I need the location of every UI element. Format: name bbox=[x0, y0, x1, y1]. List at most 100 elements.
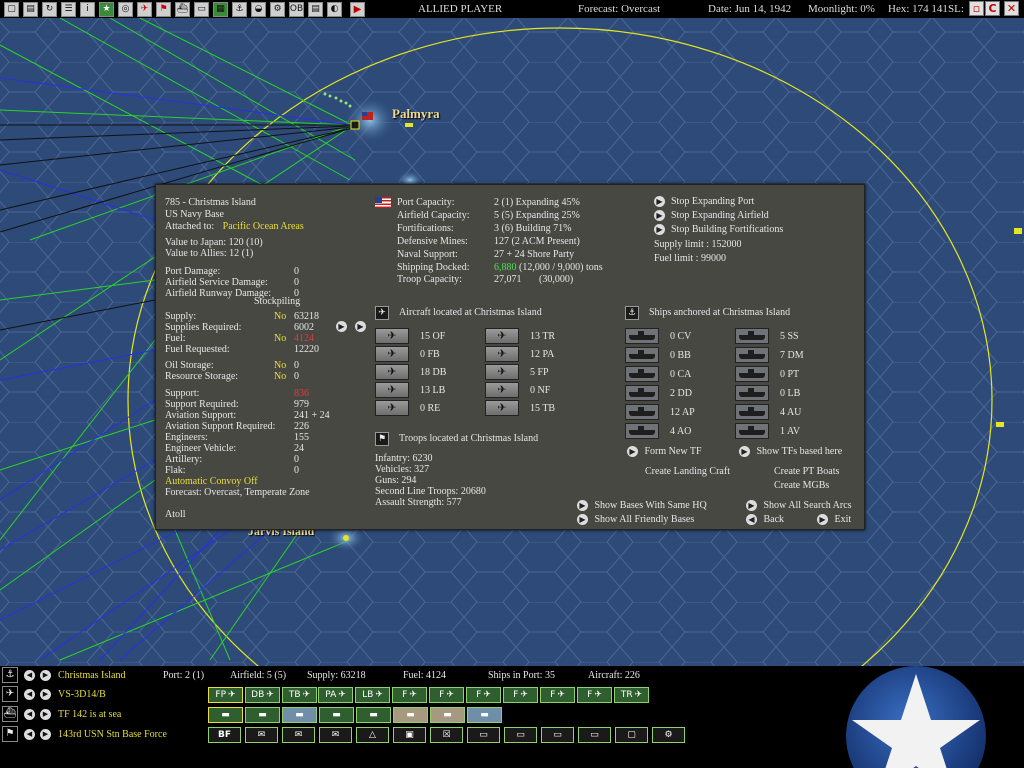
ship-type-icon[interactable] bbox=[735, 404, 769, 420]
plane-icon[interactable]: ✈ bbox=[137, 1, 152, 17]
palmyra-airfield-marker[interactable] bbox=[405, 123, 413, 127]
doc-icon[interactable]: ▤ bbox=[23, 1, 38, 17]
ground-unit-button[interactable]: ⚙ bbox=[652, 727, 685, 743]
next-ground-arrow-icon[interactable]: ▶ bbox=[40, 729, 51, 740]
aircraft-section-icon[interactable]: ✈ bbox=[375, 306, 389, 320]
east-base-marker[interactable] bbox=[996, 422, 1004, 427]
supply-flag-toggle[interactable]: No bbox=[274, 333, 286, 344]
tf-ship-button[interactable]: ▬ bbox=[430, 707, 465, 723]
show-friendly-bases-button[interactable]: ▶ Show All Friendly Bases bbox=[577, 514, 694, 526]
star-icon[interactable]: ★ bbox=[99, 1, 114, 17]
ship-type-icon[interactable] bbox=[735, 423, 769, 439]
create-pt-boats-button[interactable]: Create PT Boats bbox=[774, 466, 839, 477]
flag-icon[interactable]: ⚑ bbox=[156, 1, 171, 17]
ship-type-icon[interactable] bbox=[735, 385, 769, 401]
ship-type-icon[interactable] bbox=[735, 347, 769, 363]
aircraft-type-icon[interactable]: ✈ bbox=[375, 364, 409, 380]
moon-icon[interactable]: ◐ bbox=[327, 1, 342, 17]
palmyra-label[interactable]: Palmyra bbox=[392, 106, 440, 122]
tf-ship-button[interactable]: ▬ bbox=[319, 707, 354, 723]
close-x-icon[interactable]: ✕ bbox=[1004, 1, 1019, 16]
show-bases-same-hq-button[interactable]: ▶ Show Bases With Same HQ bbox=[577, 500, 707, 512]
ground-unit-button[interactable]: ▣ bbox=[393, 727, 426, 743]
tf-ship-button[interactable]: ▬ bbox=[245, 707, 280, 723]
square-icon[interactable]: ▢ bbox=[4, 1, 19, 17]
prev-ground-arrow-icon[interactable]: ◀ bbox=[24, 729, 35, 740]
ground-unit-button[interactable]: ▢ bbox=[615, 727, 648, 743]
tf-ship-button[interactable]: ▬ bbox=[208, 707, 243, 723]
construction-action-button[interactable]: ▶ Stop Building Fortifications bbox=[654, 224, 783, 236]
air-group-button[interactable]: F ✈ bbox=[466, 687, 501, 703]
palmyra-base-marker[interactable] bbox=[350, 120, 360, 130]
air-group-button[interactable]: F ✈ bbox=[392, 687, 427, 703]
tf-ship-button[interactable]: ▬ bbox=[282, 707, 317, 723]
ground-unit-button[interactable]: BF bbox=[208, 727, 241, 743]
exit-button[interactable]: ▶ Exit bbox=[817, 514, 851, 526]
jarvis-marker[interactable] bbox=[343, 535, 349, 541]
harbor-icon[interactable]: ⚓ bbox=[232, 1, 247, 17]
ship-type-icon[interactable] bbox=[735, 328, 769, 344]
submarine-icon[interactable]: ◒ bbox=[251, 1, 266, 17]
aircraft-type-icon[interactable]: ✈ bbox=[485, 382, 519, 398]
ground-unit-button[interactable]: △ bbox=[356, 727, 389, 743]
ship-type-icon[interactable] bbox=[735, 366, 769, 382]
ground-unit-link[interactable]: 143rd USN Stn Base Force bbox=[58, 729, 167, 740]
refresh-icon[interactable]: ↻ bbox=[42, 1, 57, 17]
aircraft-type-icon[interactable]: ✈ bbox=[375, 346, 409, 362]
ground-unit-button[interactable]: ✉ bbox=[282, 727, 315, 743]
create-mgbs-button[interactable]: Create MGBs bbox=[774, 480, 829, 491]
next-air-arrow-icon[interactable]: ▶ bbox=[40, 689, 51, 700]
storage-flag-toggle[interactable]: No bbox=[274, 371, 286, 382]
ship-type-icon[interactable] bbox=[625, 347, 659, 363]
form-tf-button[interactable]: ▶ Form New TF bbox=[627, 446, 702, 458]
air-group-button[interactable]: F ✈ bbox=[429, 687, 464, 703]
construction-action-button[interactable]: ▶ Stop Expanding Airfield bbox=[654, 210, 769, 222]
construction-action-button[interactable]: ▶ Stop Expanding Port bbox=[654, 196, 754, 208]
ground-unit-button[interactable]: ✉ bbox=[245, 727, 278, 743]
air-group-button[interactable]: TB ✈ bbox=[282, 687, 317, 703]
ground-unit-button[interactable]: ✉ bbox=[319, 727, 352, 743]
aircraft-type-icon[interactable]: ✈ bbox=[485, 364, 519, 380]
stockpile-left-arrow-icon[interactable]: ▶ bbox=[336, 321, 347, 332]
next-base-arrow-icon[interactable]: ▶ bbox=[40, 670, 51, 681]
ground-unit-button[interactable]: ▭ bbox=[578, 727, 611, 743]
aircraft-type-icon[interactable]: ✈ bbox=[375, 400, 409, 416]
air-unit-link[interactable]: VS-3D14/B bbox=[58, 689, 106, 700]
page-icon[interactable]: ▤ bbox=[308, 1, 323, 17]
troops-section-icon[interactable]: ⚑ bbox=[375, 432, 389, 446]
stockpile-right-arrow-icon[interactable]: ▶ bbox=[355, 321, 366, 332]
ob-icon[interactable]: OB bbox=[289, 1, 304, 17]
supply-flag-toggle[interactable]: No bbox=[274, 311, 286, 322]
prev-tf-arrow-icon[interactable]: ◀ bbox=[24, 709, 35, 720]
list-icon[interactable]: ☰ bbox=[61, 1, 76, 17]
window-icon[interactable]: ▫ bbox=[969, 1, 984, 16]
tf-ship-button[interactable]: ▬ bbox=[393, 707, 428, 723]
ship-icon[interactable]: ⛴ bbox=[2, 706, 18, 722]
ground-unit-button[interactable]: ▭ bbox=[541, 727, 574, 743]
create-landing-craft-button[interactable]: Create Landing Craft bbox=[645, 466, 730, 477]
air-group-button[interactable]: DB ✈ bbox=[245, 687, 280, 703]
show-search-arcs-button[interactable]: ▶ Show All Search Arcs bbox=[746, 500, 852, 512]
aircraft-type-icon[interactable]: ✈ bbox=[375, 382, 409, 398]
ground-unit-button[interactable]: ▭ bbox=[504, 727, 537, 743]
air-group-button[interactable]: F ✈ bbox=[577, 687, 612, 703]
aircraft-type-icon[interactable]: ✈ bbox=[375, 328, 409, 344]
air-group-button[interactable]: F ✈ bbox=[503, 687, 538, 703]
attached-hq-link[interactable]: Pacific Ocean Areas bbox=[223, 221, 304, 232]
flag-icon[interactable]: ⚑ bbox=[2, 726, 18, 742]
base-name-link[interactable]: Christmas Island bbox=[58, 670, 126, 681]
air-group-button[interactable]: F ✈ bbox=[540, 687, 575, 703]
air-group-button[interactable]: FP ✈ bbox=[208, 687, 243, 703]
tf-link[interactable]: TF 142 is at sea bbox=[58, 709, 121, 720]
east-base-marker-2[interactable] bbox=[1014, 228, 1022, 234]
ship-type-icon[interactable] bbox=[625, 404, 659, 420]
ship-type-icon[interactable] bbox=[625, 385, 659, 401]
anchor-icon[interactable]: ⚓ bbox=[2, 667, 18, 683]
aircraft-icon[interactable]: ✈ bbox=[2, 686, 18, 702]
show-tfs-button[interactable]: ▶ Show TFs based here bbox=[739, 446, 842, 458]
air-group-button[interactable]: PA ✈ bbox=[318, 687, 353, 703]
ship-type-icon[interactable] bbox=[625, 366, 659, 382]
settings-icon[interactable]: ⚙ bbox=[270, 1, 285, 17]
tf-ship-button[interactable]: ▬ bbox=[356, 707, 391, 723]
prev-base-arrow-icon[interactable]: ◀ bbox=[24, 670, 35, 681]
